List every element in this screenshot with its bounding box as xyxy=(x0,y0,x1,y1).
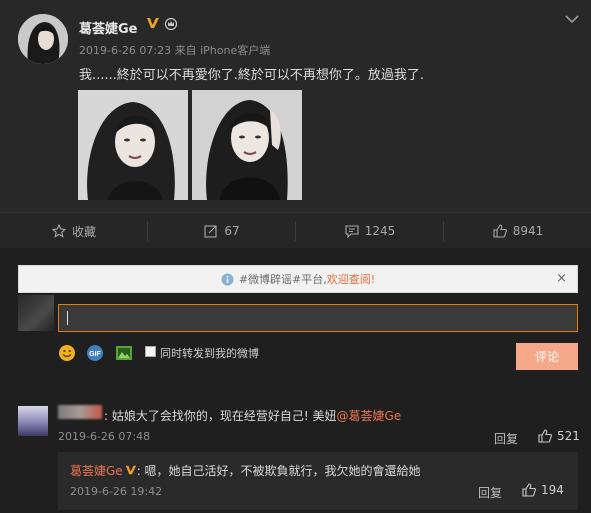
close-icon[interactable]: × xyxy=(556,272,567,285)
comment-like-button[interactable]: 521 xyxy=(538,429,580,443)
emoji-icon[interactable] xyxy=(58,344,76,362)
star-icon xyxy=(51,224,66,238)
reply-text: 葛荟婕Ge : 嗯，她自己活好，不被欺負就行，我欠她的會還給她 xyxy=(70,462,421,479)
user-avatar[interactable] xyxy=(18,14,68,64)
thumbs-up-icon xyxy=(493,224,507,238)
verified-badge-icon[interactable] xyxy=(146,16,160,30)
reply-like-count: 194 xyxy=(541,483,564,497)
comment-time: 2019-6-26 07:48 xyxy=(58,430,151,443)
commenter-avatar[interactable] xyxy=(18,406,48,436)
reply-like-button[interactable]: 194 xyxy=(522,483,564,497)
reply-reply-button[interactable]: 回复 xyxy=(478,484,502,501)
thumbs-up-icon xyxy=(538,429,552,443)
thumbs-up-icon xyxy=(522,483,536,497)
comment-input[interactable] xyxy=(58,304,578,332)
post-action-bar: 收藏 67 1245 8941 xyxy=(0,212,591,248)
current-user-avatar xyxy=(18,295,54,331)
text-caret xyxy=(67,311,68,325)
notice-link[interactable]: 欢迎查阅! xyxy=(327,271,375,287)
comment-button[interactable]: 1245 xyxy=(296,213,444,249)
comment-body: 姑娘大了会找你的，现在经营好自己! 美妞 xyxy=(111,409,337,423)
comment-mention[interactable]: @葛荟婕Ge xyxy=(337,409,402,423)
submit-comment-button[interactable]: 评论 xyxy=(516,343,578,370)
reply-username[interactable]: 葛荟婕Ge xyxy=(70,464,123,478)
comment-section: #微博辟谣#平台, 欢迎查阅! × GIF 同时转发到我的微博 评论 : 姑娘大… xyxy=(0,248,591,513)
like-button[interactable]: 8941 xyxy=(444,213,591,249)
gif-icon[interactable]: GIF xyxy=(86,344,104,362)
favorite-label: 收藏 xyxy=(71,224,96,239)
reply-time: 2019-6-26 19:42 xyxy=(70,485,163,498)
sync-checkbox[interactable] xyxy=(145,346,156,357)
repost-icon xyxy=(204,225,217,238)
comment-text: : 姑娘大了会找你的，现在经营好自己! 美妞@葛荟婕Ge xyxy=(104,407,401,424)
post-photo-2[interactable] xyxy=(192,90,302,200)
comment-count: 1245 xyxy=(364,224,396,238)
like-count: 8941 xyxy=(512,224,544,238)
notice-text: #微博辟谣#平台, xyxy=(238,273,327,286)
crown-icon[interactable] xyxy=(164,17,178,30)
svg-text:GIF: GIF xyxy=(89,351,101,358)
reply-body: : 嗯，她自己活好，不被欺負就行，我欠她的會還給她 xyxy=(136,464,421,478)
weibo-post: 葛荟婕Ge 2019-6-26 07:23 来自 iPhone客户端 我....… xyxy=(0,0,591,212)
image-icon[interactable] xyxy=(115,344,133,362)
comment-like-count: 521 xyxy=(557,429,580,443)
repost-button[interactable]: 67 xyxy=(148,213,296,249)
commenter-name-blurred[interactable] xyxy=(58,405,102,419)
chevron-down-icon[interactable] xyxy=(565,14,579,24)
comment-reply-button[interactable]: 回复 xyxy=(494,430,518,447)
author-reply: 葛荟婕Ge : 嗯，她自己活好，不被欺負就行，我欠她的會還給她 2019-6-26… xyxy=(58,452,578,510)
post-photo-1[interactable] xyxy=(78,90,188,200)
sync-label: 同时转发到我的微博 xyxy=(160,347,259,360)
repost-count: 67 xyxy=(224,224,240,238)
verified-badge-icon xyxy=(125,465,136,475)
post-meta: 2019-6-26 07:23 来自 iPhone客户端 xyxy=(79,44,271,57)
comment-icon xyxy=(345,225,359,238)
favorite-button[interactable]: 收藏 xyxy=(0,213,148,249)
comment-name-colon: : xyxy=(104,409,109,423)
post-text: 我......終於可以不再愛你了.終於可以不再想你了。放過我了. xyxy=(79,68,425,83)
post-username[interactable]: 葛荟婕Ge xyxy=(79,18,138,37)
info-icon xyxy=(221,273,234,285)
rumor-notice-banner: #微博辟谣#平台, 欢迎查阅! × xyxy=(18,265,578,293)
